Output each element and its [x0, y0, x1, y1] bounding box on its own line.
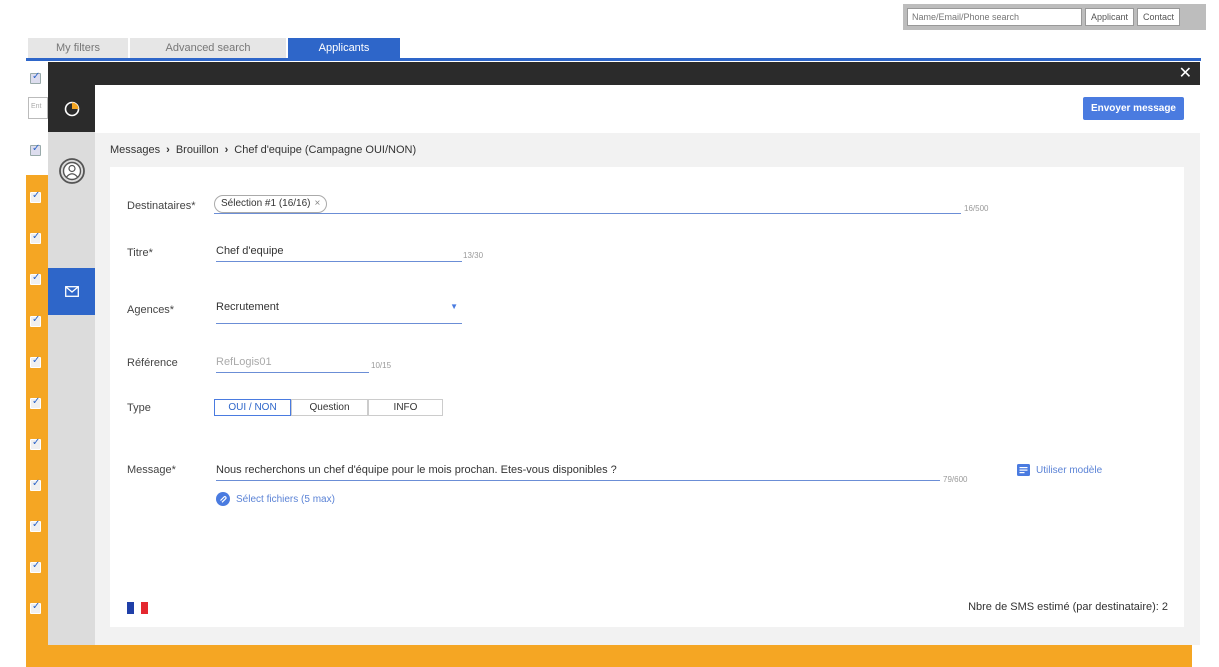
message-textarea[interactable]: Nous recherchons un chef d'équipe pour l…: [216, 461, 940, 481]
user-avatar-icon: [58, 157, 85, 184]
type-label: Type: [127, 402, 151, 414]
type-segmented-control: OUI / NON Question INFO: [214, 399, 443, 416]
modal-sidebar: [48, 85, 95, 645]
agencies-selected-value: Recrutement: [216, 301, 279, 313]
message-label: Message*: [127, 464, 176, 476]
chevron-right-icon: ›: [224, 144, 229, 156]
use-template-label: Utiliser modèle: [1036, 464, 1103, 476]
tab-applicants[interactable]: Applicants: [288, 38, 400, 58]
row-checkbox[interactable]: [30, 143, 41, 156]
tab-my-filters[interactable]: My filters: [28, 38, 128, 58]
global-search-bar: Applicant Contact: [903, 4, 1206, 30]
template-icon: [1017, 464, 1030, 476]
reference-input[interactable]: RefLogis01: [216, 353, 369, 373]
row-checkbox[interactable]: [30, 396, 41, 409]
dropdown-arrow-icon: ▼: [450, 302, 458, 311]
close-icon[interactable]: ✕: [1179, 63, 1192, 83]
breadcrumb-current: Chef d'equipe (Campagne OUI/NON): [234, 144, 417, 156]
type-option-info[interactable]: INFO: [368, 399, 443, 416]
row-checkbox[interactable]: [30, 437, 41, 450]
applicant-search-button[interactable]: Applicant: [1085, 8, 1135, 26]
breadcrumb: Messages › Brouillon › Chef d'equipe (Ca…: [110, 144, 416, 156]
dashboard-clock-icon: [64, 101, 79, 116]
sidebar-item-dashboard[interactable]: [48, 85, 95, 132]
row-checkbox[interactable]: [30, 190, 41, 203]
type-option-question[interactable]: Question: [291, 399, 368, 416]
message-form: Destinataires* Sélection #1 (16/16) × 16/…: [110, 167, 1184, 627]
modal-titlebar: ✕: [48, 62, 1200, 85]
row-checkbox[interactable]: [30, 272, 41, 285]
reference-label: Référence: [127, 357, 178, 369]
row-checkbox[interactable]: [30, 519, 41, 532]
contact-search-button[interactable]: Contact: [1137, 8, 1181, 26]
background-filter-input[interactable]: Ent: [28, 97, 48, 119]
select-files-link[interactable]: Sélect fichiers (5 max): [216, 492, 335, 506]
reference-counter: 10/15: [371, 361, 392, 370]
remove-chip-icon[interactable]: ×: [315, 198, 321, 209]
paperclip-icon: [216, 492, 230, 506]
agencies-select[interactable]: Recrutement ▼: [216, 298, 462, 324]
use-template-link[interactable]: Utiliser modèle: [1017, 464, 1102, 476]
recipient-chip[interactable]: Sélection #1 (16/16) ×: [214, 195, 328, 213]
row-checkbox[interactable]: [30, 314, 41, 327]
breadcrumb-draft[interactable]: Brouillon: [176, 144, 219, 156]
global-search-input[interactable]: [907, 8, 1082, 26]
message-editor-panel: Envoyer message Messages › Brouillon › C…: [95, 85, 1200, 645]
row-checkbox[interactable]: [30, 355, 41, 368]
breadcrumb-messages[interactable]: Messages: [110, 144, 160, 156]
envelope-icon: [64, 286, 79, 297]
send-message-button[interactable]: Envoyer message: [1082, 97, 1184, 120]
row-checkbox[interactable]: [30, 601, 41, 614]
agencies-label: Agences*: [127, 304, 175, 316]
main-tabs: My filters Advanced search Applicants: [28, 38, 402, 58]
editor-header: Envoyer message: [95, 85, 1200, 133]
title-input[interactable]: Chef d'equipe: [216, 242, 462, 262]
french-flag-icon[interactable]: [127, 602, 148, 614]
select-files-label: Sélect fichiers (5 max): [236, 493, 335, 505]
select-all-checkbox[interactable]: [30, 71, 41, 84]
type-option-oui-non[interactable]: OUI / NON: [214, 399, 291, 416]
recipients-label: Destinataires*: [127, 200, 196, 212]
recipient-chip-label: Sélection #1 (16/16): [221, 198, 311, 209]
row-checkbox[interactable]: [30, 231, 41, 244]
recipients-counter: 16/500: [964, 204, 989, 213]
row-checkbox[interactable]: [30, 478, 41, 491]
tab-advanced-search[interactable]: Advanced search: [130, 38, 286, 58]
sidebar-item-profile[interactable]: [48, 147, 95, 194]
sms-estimate: Nbre de SMS estimé (par destinataire): 2: [968, 601, 1168, 613]
chevron-right-icon: ›: [166, 144, 170, 156]
tab-underline: [26, 58, 1201, 61]
sidebar-item-messages[interactable]: [48, 268, 95, 315]
row-checkbox[interactable]: [30, 560, 41, 573]
selected-rows-column: [26, 175, 50, 667]
title-label: Titre*: [127, 247, 153, 259]
title-counter: 13/30: [463, 251, 484, 260]
message-counter: 79/600: [943, 475, 968, 484]
